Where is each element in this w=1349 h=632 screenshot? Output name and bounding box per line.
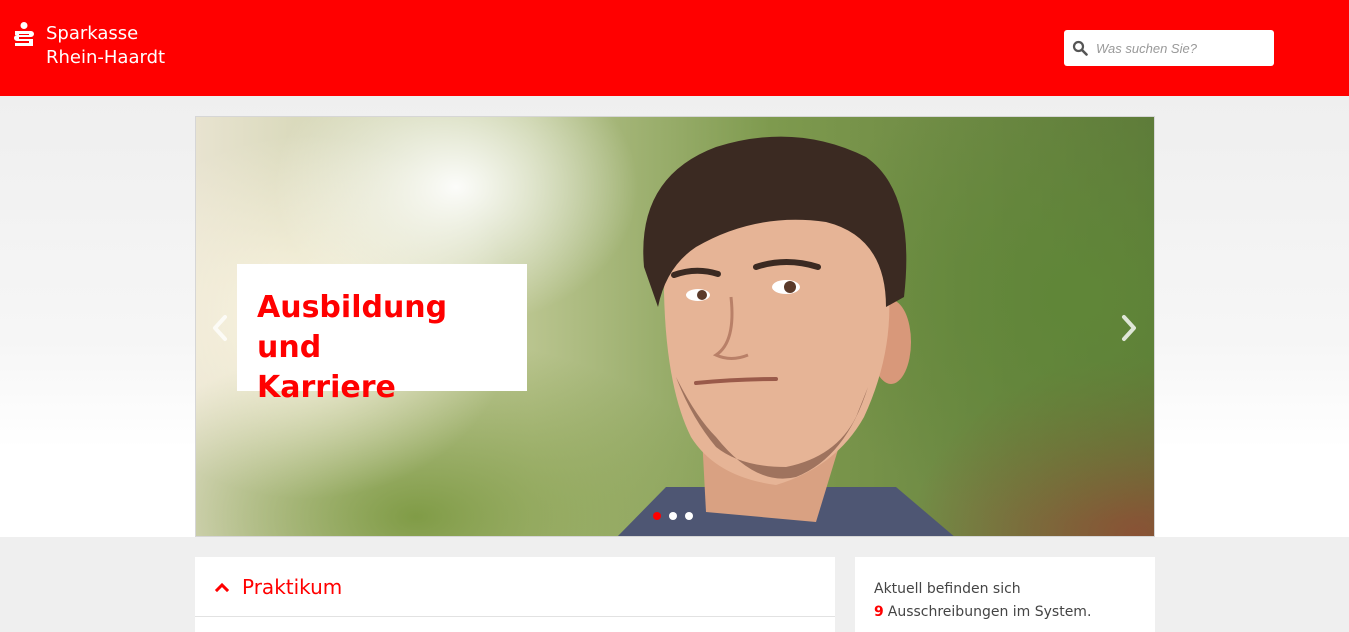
vacancy-count[interactable]: 9 [874, 604, 884, 620]
slide-title-line-2: Karriere [257, 370, 396, 405]
sparkasse-logo[interactable]: Sparkasse Rhein-Haardt [12, 22, 165, 70]
brand-line-2: Rhein-Haardt [46, 47, 166, 68]
vacancies-info-box: Aktuell befinden sich 9 Ausschreibungen i… [855, 557, 1155, 632]
brand-line-1: Sparkasse [46, 23, 139, 44]
chevron-up-icon [215, 582, 229, 592]
chevron-right-icon[interactable] [1117, 313, 1141, 343]
accordion-header[interactable]: Praktikum [195, 557, 835, 617]
info-line-2: 9 Ausschreibungen im System. [874, 601, 1136, 624]
brand-name: Sparkasse Rhein-Haardt [46, 22, 165, 70]
slider-dot-1[interactable] [653, 512, 661, 520]
slider-dot-3[interactable] [685, 512, 693, 520]
search-box [1064, 30, 1274, 66]
sparkasse-logo-icon [14, 22, 34, 46]
chevron-left-icon[interactable] [208, 313, 232, 343]
praktikum-accordion: Praktikum [195, 557, 835, 632]
info-line-2-text: Ausschreibungen im System. [887, 604, 1092, 620]
info-line-1: Aktuell befinden sich [874, 581, 1021, 597]
search-icon[interactable] [1072, 40, 1088, 56]
slide-caption-box[interactable]: Ausbildung und Karriere [237, 264, 527, 405]
hero-slider: Ausbildung und Karriere [195, 116, 1155, 537]
site-header: Sparkasse Rhein-Haardt [0, 0, 1349, 96]
slide-title: Ausbildung und Karriere [257, 288, 507, 408]
slide-title-line-1: Ausbildung und [257, 290, 448, 365]
search-input[interactable] [1096, 33, 1266, 63]
slider-dot-2[interactable] [669, 512, 677, 520]
accordion-title: Praktikum [242, 574, 343, 599]
slider-pagination [653, 512, 693, 520]
